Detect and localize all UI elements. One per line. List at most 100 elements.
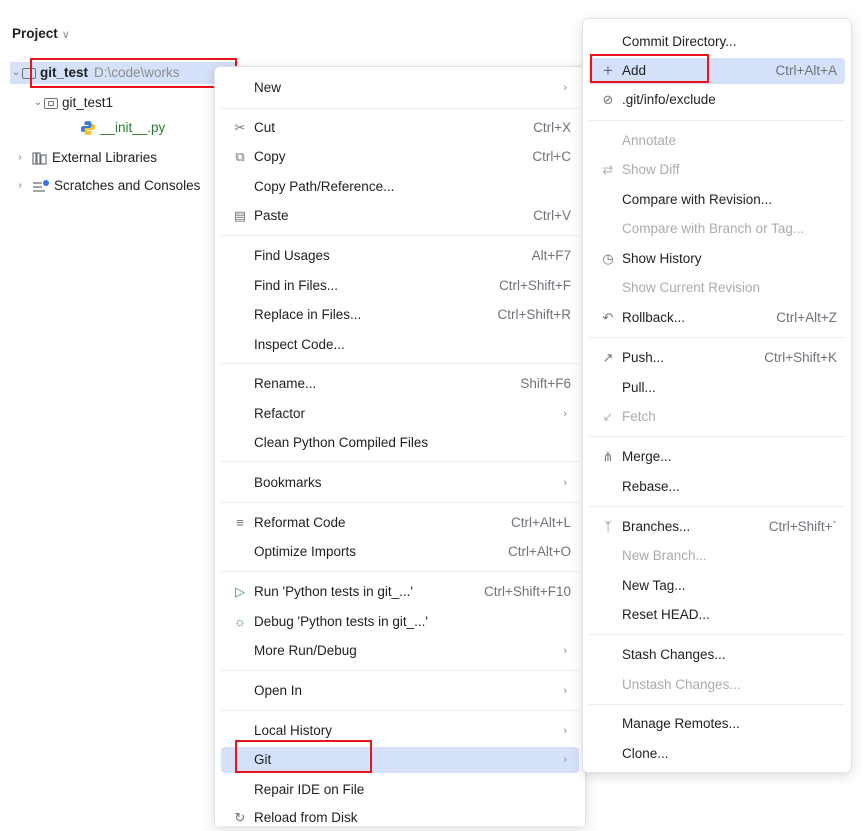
git-item-manage-remotes[interactable]: Manage Remotes... bbox=[589, 711, 845, 737]
push-icon: ↗ bbox=[602, 350, 614, 365]
git-item-compare-branch[interactable]: Compare with Branch or Tag... bbox=[589, 216, 845, 242]
ignore-icon: ⊘ bbox=[602, 92, 614, 107]
copy-icon: ⧉ bbox=[235, 149, 245, 164]
tree-item-scratches[interactable]: › Scratches and Consoles bbox=[14, 175, 200, 197]
submenu-arrow-icon: › bbox=[563, 725, 567, 737]
chevron-down-icon[interactable]: ∨ bbox=[62, 29, 70, 41]
menu-item-inspect-code[interactable]: Inspect Code... bbox=[221, 332, 579, 358]
menu-item-copy[interactable]: ⧉ Copy Ctrl+C bbox=[221, 144, 579, 170]
git-item-rebase[interactable]: Rebase... bbox=[589, 474, 845, 500]
menu-separator bbox=[221, 502, 579, 503]
git-item-branches[interactable]: ᛉ Branches... Ctrl+Shift+` bbox=[589, 514, 845, 540]
git-item-new-branch[interactable]: New Branch... bbox=[589, 543, 845, 569]
git-item-reset-head[interactable]: Reset HEAD... bbox=[589, 602, 845, 628]
menu-item-refactor[interactable]: Refactor › bbox=[221, 401, 579, 427]
git-submenu: Commit Directory... + Add Ctrl+Alt+A ⊘ .git… bbox=[582, 18, 852, 773]
menu-separator bbox=[221, 108, 579, 109]
menu-item-rename[interactable]: Rename... Shift+F6 bbox=[221, 371, 579, 397]
submenu-arrow-icon: › bbox=[563, 754, 567, 766]
collapse-arrow-icon[interactable]: › bbox=[14, 147, 26, 169]
git-item-exclude[interactable]: ⊘ .git/info/exclude bbox=[589, 87, 845, 113]
library-icon bbox=[32, 152, 47, 165]
menu-item-open-in[interactable]: Open In › bbox=[221, 678, 579, 704]
tree-item-label: __init__.py bbox=[100, 120, 166, 135]
menu-item-cut[interactable]: ✂ Cut Ctrl+X bbox=[221, 115, 579, 141]
menu-item-clean-python[interactable]: Clean Python Compiled Files bbox=[221, 430, 579, 456]
menu-item-paste[interactable]: ▤ Paste Ctrl+V bbox=[221, 203, 579, 229]
menu-separator bbox=[589, 634, 845, 635]
collapse-arrow-icon[interactable]: › bbox=[14, 175, 26, 197]
menu-item-find-usages[interactable]: Find Usages Alt+F7 bbox=[221, 243, 579, 269]
expand-arrow-icon[interactable]: ⌄ bbox=[10, 62, 22, 84]
submenu-arrow-icon: › bbox=[563, 645, 567, 657]
menu-item-copy-path[interactable]: Copy Path/Reference... bbox=[221, 174, 579, 200]
tree-item-label: External Libraries bbox=[52, 150, 158, 165]
git-item-annotate[interactable]: Annotate bbox=[589, 128, 845, 154]
git-item-compare-revision[interactable]: Compare with Revision... bbox=[589, 187, 845, 213]
menu-separator bbox=[589, 436, 845, 437]
submenu-arrow-icon: › bbox=[563, 477, 567, 489]
git-item-show-current-revision[interactable]: Show Current Revision bbox=[589, 275, 845, 301]
run-icon: ▷ bbox=[235, 584, 245, 599]
menu-separator bbox=[221, 461, 579, 462]
package-folder-icon bbox=[44, 97, 58, 109]
menu-separator bbox=[221, 571, 579, 572]
context-menu: New › ✂ Cut Ctrl+X ⧉ Copy Ctrl+C Copy Path/Re… bbox=[214, 66, 586, 826]
project-panel-title[interactable]: Project ∨ bbox=[12, 26, 70, 41]
git-item-pull[interactable]: Pull... bbox=[589, 375, 845, 401]
tree-item-path: D:\code\works bbox=[94, 65, 180, 80]
git-item-new-tag[interactable]: New Tag... bbox=[589, 573, 845, 599]
menu-item-optimize-imports[interactable]: Optimize Imports Ctrl+Alt+O bbox=[221, 539, 579, 565]
paste-icon: ▤ bbox=[233, 208, 247, 223]
git-item-merge[interactable]: ⋔ Merge... bbox=[589, 444, 845, 470]
reload-icon: ↻ bbox=[234, 810, 246, 825]
tree-item-git-test1[interactable]: ⌄ git_test1 bbox=[32, 92, 113, 114]
menu-item-local-history[interactable]: Local History › bbox=[221, 718, 579, 744]
scissors-icon: ✂ bbox=[234, 120, 246, 135]
tree-item-label: git_test bbox=[40, 65, 89, 80]
menu-separator bbox=[221, 670, 579, 671]
git-item-show-history[interactable]: ◷ Show History bbox=[589, 246, 845, 272]
menu-item-more-run-debug[interactable]: More Run/Debug › bbox=[221, 638, 579, 664]
menu-item-debug-tests[interactable]: ☼ Debug 'Python tests in git_...' bbox=[221, 609, 579, 635]
tree-item-git-test[interactable]: ⌄ git_test D:\code\works bbox=[10, 62, 238, 84]
submenu-arrow-icon: › bbox=[563, 685, 567, 697]
menu-item-repair-ide[interactable]: Repair IDE on File bbox=[221, 777, 579, 803]
menu-separator bbox=[221, 235, 579, 236]
git-item-fetch[interactable]: ↙ Fetch bbox=[589, 404, 845, 430]
menu-separator bbox=[589, 337, 845, 338]
folder-icon bbox=[22, 67, 36, 79]
menu-item-reformat-code[interactable]: ≡ Reformat Code Ctrl+Alt+L bbox=[221, 510, 579, 536]
git-item-unstash[interactable]: Unstash Changes... bbox=[589, 672, 845, 698]
menu-item-new[interactable]: New › bbox=[221, 75, 579, 101]
git-item-stash[interactable]: Stash Changes... bbox=[589, 642, 845, 668]
debug-icon: ☼ bbox=[234, 614, 246, 629]
scratches-icon bbox=[33, 180, 49, 192]
git-item-commit-directory[interactable]: Commit Directory... bbox=[589, 29, 845, 55]
menu-separator bbox=[221, 363, 579, 364]
tree-item-init-py[interactable]: __init__.py bbox=[80, 117, 165, 139]
menu-item-reload-from-disk[interactable]: ↻ Reload from Disk bbox=[221, 805, 579, 831]
menu-separator bbox=[221, 710, 579, 711]
git-item-clone[interactable]: Clone... bbox=[589, 741, 845, 767]
git-item-push[interactable]: ↗ Push... Ctrl+Shift+K bbox=[589, 345, 845, 371]
menu-item-bookmarks[interactable]: Bookmarks › bbox=[221, 470, 579, 496]
submenu-arrow-icon: › bbox=[563, 82, 567, 94]
diff-icon: ⇄ bbox=[602, 162, 614, 177]
tree-item-label: git_test1 bbox=[62, 95, 114, 110]
menu-item-replace-in-files[interactable]: Replace in Files... Ctrl+Shift+R bbox=[221, 302, 579, 328]
menu-separator bbox=[589, 704, 845, 705]
menu-separator bbox=[589, 120, 845, 121]
rollback-icon: ↶ bbox=[602, 310, 614, 325]
menu-item-find-in-files[interactable]: Find in Files... Ctrl+Shift+F bbox=[221, 273, 579, 299]
menu-item-git[interactable]: Git › bbox=[221, 747, 579, 773]
expand-arrow-icon[interactable]: ⌄ bbox=[32, 92, 44, 114]
submenu-arrow-icon: › bbox=[563, 408, 567, 420]
git-item-show-diff[interactable]: ⇄ Show Diff bbox=[589, 157, 845, 183]
git-item-rollback[interactable]: ↶ Rollback... Ctrl+Alt+Z bbox=[589, 305, 845, 331]
menu-item-run-tests[interactable]: ▷ Run 'Python tests in git_...' Ctrl+Shift… bbox=[221, 579, 579, 605]
plus-icon: + bbox=[603, 61, 613, 80]
git-item-add[interactable]: + Add Ctrl+Alt+A bbox=[589, 58, 845, 84]
tree-item-external-libraries[interactable]: › External Libraries bbox=[14, 147, 157, 169]
reformat-icon: ≡ bbox=[236, 515, 244, 530]
